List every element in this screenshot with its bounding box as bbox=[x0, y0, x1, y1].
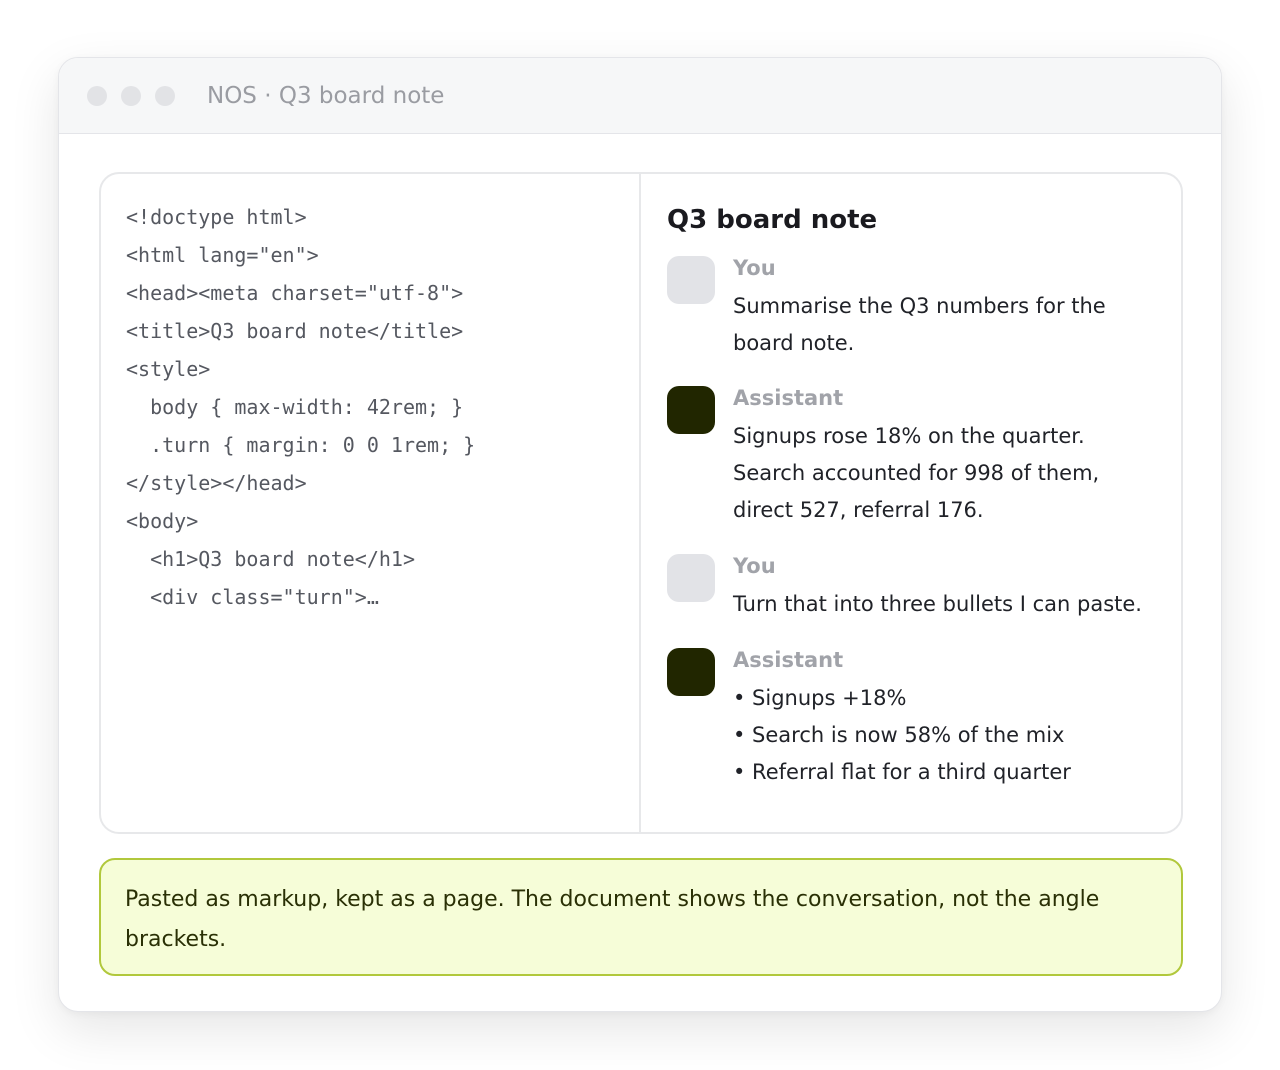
message-line: Search accounted for 998 of them, bbox=[733, 461, 1100, 485]
turn-body: You Summarise the Q3 numbers for the boa… bbox=[733, 250, 1106, 362]
message-line: Summarise the Q3 numbers for the bbox=[733, 294, 1106, 318]
code-line: .turn { margin: 0 0 1rem; } bbox=[126, 433, 476, 457]
code-line: <h1>Q3 board note</h1> bbox=[126, 547, 415, 571]
code-line: <!doctype html> bbox=[126, 205, 307, 229]
code-line: <div class="turn">… bbox=[126, 585, 379, 609]
message-line: Turn that into three bullets I can paste… bbox=[733, 592, 1142, 616]
conversation-turn-assistant: Assistant • Signups +18% • Search is now… bbox=[667, 642, 1181, 791]
message-line: board note. bbox=[733, 331, 855, 355]
document-title: Q3 board note bbox=[667, 205, 878, 235]
message-line: Signups rose 18% on the quarter. bbox=[733, 424, 1085, 448]
split-view: <!doctype html> <html lang="en"> <head><… bbox=[99, 172, 1183, 834]
bullet-item: • Search is now 58% of the mix bbox=[733, 723, 1065, 747]
conversation-turn-assistant: Assistant Signups rose 18% on the quarte… bbox=[667, 380, 1181, 548]
window-title: NOS · Q3 board note bbox=[207, 82, 445, 109]
code-line: <style> bbox=[126, 357, 211, 381]
code-line: </style></head> bbox=[126, 471, 307, 495]
code-line: body { max-width: 42rem; } bbox=[126, 395, 464, 419]
message-line: direct 527, referral 176. bbox=[733, 498, 984, 522]
speaker-name: Assistant bbox=[733, 648, 844, 672]
turn-body: You Turn that into three bullets I can p… bbox=[733, 548, 1142, 623]
caption-text: Pasted as markup, kept as a page. The do… bbox=[125, 887, 1100, 952]
conversation-turn-user: You Summarise the Q3 numbers for the boa… bbox=[667, 250, 1181, 380]
app-window: NOS · Q3 board note <!doctype html> <htm… bbox=[58, 57, 1222, 1012]
caption-note: Pasted as markup, kept as a page. The do… bbox=[99, 858, 1183, 976]
code-line: <body> bbox=[126, 509, 199, 533]
assistant-avatar bbox=[667, 648, 715, 696]
rendered-preview-pane: Q3 board note You Summarise the Q3 numbe… bbox=[641, 174, 1181, 832]
bullet-item: • Referral flat for a third quarter bbox=[733, 760, 1071, 784]
minimize-window-button[interactable] bbox=[121, 85, 141, 106]
code-line: <html lang="en"> bbox=[126, 243, 319, 267]
title-bar: NOS · Q3 board note bbox=[59, 58, 1221, 134]
conversation-turn-user: You Turn that into three bullets I can p… bbox=[667, 548, 1181, 642]
source-code-pane[interactable]: <!doctype html> <html lang="en"> <head><… bbox=[101, 174, 641, 832]
speaker-name: You bbox=[733, 554, 776, 578]
user-avatar bbox=[667, 256, 715, 304]
bullet-item: • Signups +18% bbox=[733, 686, 907, 710]
maximize-window-button[interactable] bbox=[155, 85, 175, 106]
assistant-avatar bbox=[667, 386, 715, 434]
code-line: <title>Q3 board note</title> bbox=[126, 319, 464, 343]
speaker-name: Assistant bbox=[733, 386, 844, 410]
user-avatar bbox=[667, 554, 715, 602]
turn-body: Assistant Signups rose 18% on the quarte… bbox=[733, 380, 1099, 529]
close-window-button[interactable] bbox=[87, 85, 107, 106]
code-line: <head><meta charset="utf-8"> bbox=[126, 281, 464, 305]
turn-body: Assistant • Signups +18% • Search is now… bbox=[733, 642, 1071, 791]
speaker-name: You bbox=[733, 256, 776, 280]
